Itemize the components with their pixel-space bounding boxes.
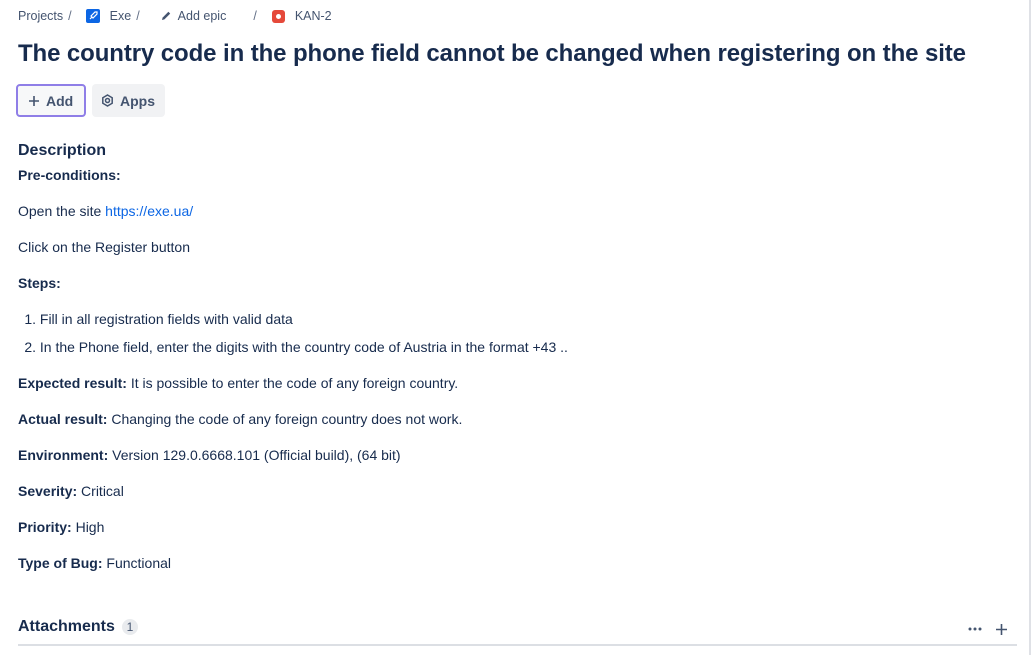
environment-label: Environment: <box>18 447 109 463</box>
click-register-line: Click on the Register button <box>18 239 190 255</box>
list-item: 1. Fill in all registration fields with … <box>12 310 293 328</box>
list-item-number: 2. <box>24 339 36 355</box>
breadcrumb-projects[interactable]: Projects <box>18 9 63 23</box>
severity-value: Critical <box>81 483 124 499</box>
breadcrumb-separator: / <box>68 9 72 23</box>
apps-icon <box>101 94 114 107</box>
actual-result-line: Actual result: Changing the code of any … <box>18 410 462 428</box>
breadcrumb-issue-key: KAN-2 <box>294 9 332 23</box>
breadcrumb-issue[interactable]: KAN-2 <box>263 9 332 23</box>
attachments-actions <box>962 619 1014 639</box>
breadcrumb-project[interactable]: Exe <box>78 9 132 23</box>
open-site-line: Open the site https://exe.ua/ <box>18 202 193 220</box>
bug-type-line: Type of Bug: Functional <box>18 554 171 572</box>
attachments-divider <box>18 644 1017 646</box>
add-button-label: Add <box>46 92 74 109</box>
rocket-icon <box>85 9 100 23</box>
attachments-count-badge: 1 <box>121 619 138 635</box>
add-attachment-button[interactable] <box>988 619 1014 639</box>
priority-label: Priority: <box>18 519 72 535</box>
plus-icon <box>28 95 40 107</box>
environment-line: Environment: Version 129.0.6668.101 (Off… <box>18 446 401 464</box>
apps-button-label: Apps <box>120 92 155 109</box>
attachments-heading: Attachments <box>18 618 115 635</box>
list-item-number: 1. <box>24 311 36 327</box>
bug-icon <box>271 9 285 23</box>
description-heading: Description <box>18 142 107 159</box>
severity-line: Severity: Critical <box>18 482 124 500</box>
plus-icon <box>995 623 1007 635</box>
site-link[interactable]: https://exe.ua/ <box>105 203 193 219</box>
steps-label: Steps: <box>18 275 61 291</box>
breadcrumb-separator: / <box>253 9 257 23</box>
breadcrumb-add-epic-label: Add epic <box>177 9 227 23</box>
list-item: 2. In the Phone field, enter the digits … <box>12 338 568 356</box>
expected-result-line: Expected result: It is possible to enter… <box>18 374 458 392</box>
bug-type-value: Functional <box>106 555 171 571</box>
expected-result-label: Expected result: <box>18 375 127 391</box>
actual-result-label: Actual result: <box>18 411 108 427</box>
list-item-text: Fill in all registration fields with val… <box>39 311 293 327</box>
attachments-header: Attachments 1 <box>18 618 138 636</box>
severity-label: Severity: <box>18 483 78 499</box>
list-item-text: In the Phone field, enter the digits wit… <box>39 339 568 355</box>
environment-value: Version 129.0.6668.101 (Official build),… <box>112 447 401 463</box>
apps-button[interactable]: Apps <box>92 84 165 117</box>
add-button[interactable]: Add <box>16 84 86 117</box>
more-icon[interactable] <box>962 619 988 639</box>
breadcrumb-add-epic[interactable]: Add epic <box>146 9 227 23</box>
bug-type-label: Type of Bug: <box>18 555 103 571</box>
breadcrumb-project-label: Exe <box>109 9 132 23</box>
actual-result-value: Changing the code of any foreign country… <box>111 411 463 427</box>
preconditions-label: Pre-conditions: <box>18 167 121 183</box>
open-site-text: Open the site <box>18 203 102 219</box>
expected-result-value: It is possible to enter the code of any … <box>130 375 459 391</box>
priority-line: Priority: High <box>18 518 104 536</box>
issue-title[interactable]: The country code in the phone field cann… <box>18 40 966 68</box>
breadcrumb: Projects / Exe / Add epic / KAN-2 <box>18 8 332 24</box>
priority-value: High <box>75 519 105 535</box>
pencil-icon <box>160 10 172 22</box>
breadcrumb-separator: / <box>136 9 140 23</box>
